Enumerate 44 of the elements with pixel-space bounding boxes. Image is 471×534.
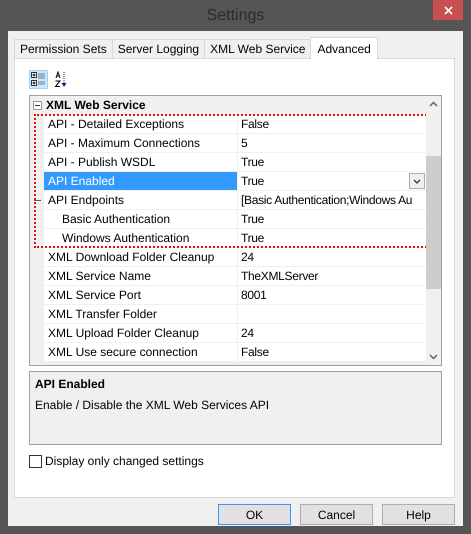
checkbox[interactable]: [29, 454, 42, 468]
property-value[interactable]: 8001: [238, 286, 426, 304]
property-name[interactable]: API Endpoints: [44, 191, 238, 209]
description-title: API Enabled: [35, 376, 106, 393]
property-value[interactable]: [Basic Authentication;Windows Au: [238, 191, 426, 209]
property-name[interactable]: XML Use secure connection: [44, 343, 238, 361]
property-value[interactable]: 24: [238, 248, 426, 266]
property-name[interactable]: API - Detailed Exceptions: [44, 115, 238, 133]
close-button[interactable]: [433, 0, 463, 20]
dialog-button[interactable]: OK: [218, 504, 291, 525]
scroll-down-icon[interactable]: [429, 354, 438, 360]
tab[interactable]: Permission Sets: [14, 39, 113, 58]
property-name[interactable]: Windows Authentication: [44, 229, 238, 247]
dialog-button[interactable]: Help: [382, 504, 455, 525]
property-value[interactable]: TheXMLServer: [238, 267, 426, 285]
tab[interactable]: Advanced: [310, 37, 378, 59]
scroll-up-icon[interactable]: [429, 101, 438, 107]
property-value[interactable]: True: [238, 172, 426, 190]
scroll-thumb[interactable]: [426, 156, 441, 289]
close-icon: [444, 6, 452, 14]
property-name[interactable]: XML Service Name: [44, 267, 238, 285]
property-name[interactable]: XML Upload Folder Cleanup: [44, 324, 238, 342]
property-value[interactable]: 24: [238, 324, 426, 342]
property-value[interactable]: False: [238, 115, 426, 133]
dialog-button[interactable]: Cancel: [300, 504, 373, 525]
property-value[interactable]: False: [238, 343, 426, 361]
categorized-view-button[interactable]: [29, 70, 48, 89]
chevron-down-icon: [413, 178, 421, 184]
property-name[interactable]: Basic Authentication: [44, 210, 238, 228]
property-name[interactable]: API - Publish WSDL: [44, 153, 238, 171]
description-text: Enable / Disable the XML Web Services API: [35, 397, 270, 414]
property-value[interactable]: 5: [238, 134, 426, 152]
property-value[interactable]: True: [238, 229, 426, 247]
checkbox-label[interactable]: Display only changed settings: [45, 452, 204, 470]
dropdown-button[interactable]: [409, 173, 425, 189]
property-value[interactable]: True: [238, 153, 426, 171]
collapse-icon[interactable]: [32, 100, 42, 110]
tab[interactable]: Server Logging: [112, 39, 206, 58]
property-name[interactable]: API - Maximum Connections: [44, 134, 238, 152]
property-name[interactable]: XML Transfer Folder: [44, 305, 238, 323]
category-header[interactable]: XML Web Service: [46, 96, 146, 114]
property-name[interactable]: XML Download Folder Cleanup: [44, 248, 238, 266]
property-value[interactable]: True: [238, 210, 426, 228]
property-name[interactable]: XML Service Port: [44, 286, 238, 304]
